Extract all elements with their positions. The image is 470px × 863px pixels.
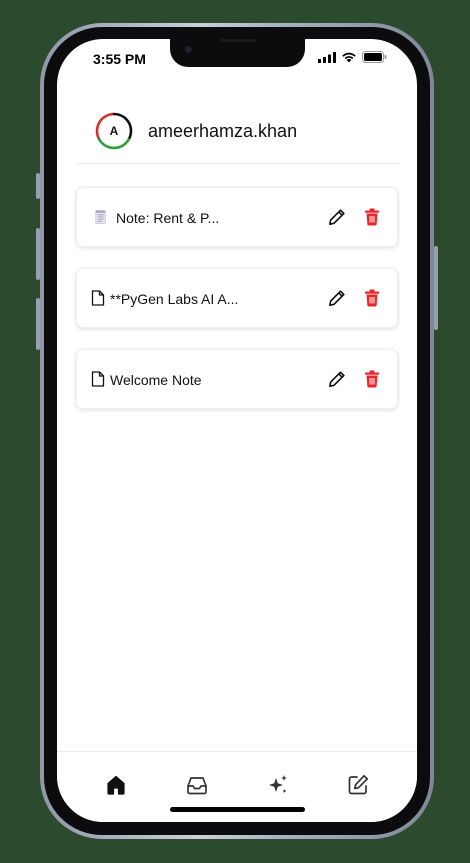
volume-up-button — [36, 228, 40, 280]
compose-icon[interactable] — [345, 772, 371, 798]
app-screen: 3:55 PM A ameerhamza.khan Note: Rent & P… — [57, 39, 417, 822]
volume-down-button — [36, 298, 40, 350]
home-indicator[interactable] — [170, 807, 305, 812]
pencil-icon[interactable] — [327, 288, 347, 308]
trash-icon[interactable] — [363, 207, 381, 227]
notch — [170, 39, 305, 67]
note-card[interactable]: **PyGen Labs AI A... — [76, 268, 398, 328]
battery-icon — [362, 51, 387, 63]
pencil-icon[interactable] — [327, 369, 347, 389]
sparkles-icon[interactable] — [265, 772, 291, 798]
inbox-icon[interactable] — [184, 772, 210, 798]
note-title: Note: Rent & P... — [116, 210, 220, 226]
notepad-icon — [95, 210, 106, 224]
wifi-icon — [342, 52, 356, 63]
status-icons — [318, 51, 387, 63]
silent-switch — [36, 173, 40, 199]
home-icon[interactable] — [103, 772, 129, 798]
note-title: Welcome Note — [110, 372, 202, 388]
avatar[interactable]: A — [94, 111, 134, 151]
profile-header: A ameerhamza.khan — [94, 111, 297, 151]
speaker-grille — [220, 39, 256, 42]
avatar-letter: A — [109, 124, 119, 138]
trash-icon[interactable] — [363, 288, 381, 308]
header-divider — [77, 163, 399, 164]
signal-icon — [318, 51, 336, 63]
front-camera — [185, 46, 192, 53]
username: ameerhamza.khan — [148, 120, 298, 141]
trash-icon[interactable] — [363, 369, 381, 389]
note-card[interactable]: Note: Rent & P... — [76, 187, 398, 247]
note-title: **PyGen Labs AI A... — [110, 291, 239, 307]
document-icon — [91, 290, 105, 306]
pencil-icon[interactable] — [327, 207, 347, 227]
status-time: 3:55 PM — [93, 51, 146, 67]
document-icon — [91, 371, 105, 387]
note-card[interactable]: Welcome Note — [76, 349, 398, 409]
power-button — [434, 246, 438, 330]
